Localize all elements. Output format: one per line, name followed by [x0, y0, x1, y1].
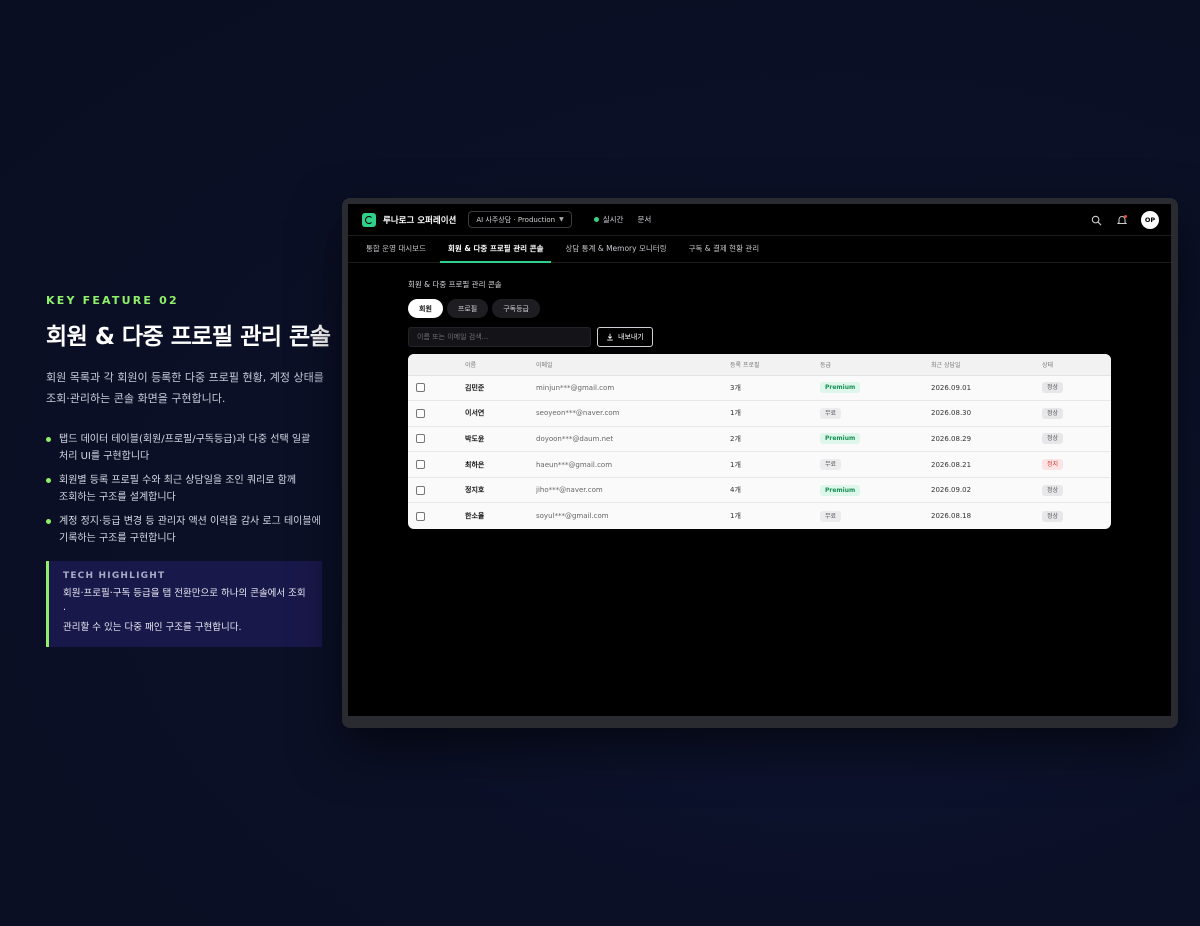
bullet-dot-icon	[46, 519, 51, 524]
column-header[interactable]: 이름	[465, 354, 536, 376]
row-checkbox[interactable]	[416, 460, 425, 470]
last-consult-date: 2026.08.30	[931, 400, 1042, 427]
app-logo-icon	[362, 212, 376, 227]
table-header: 이름 이메일 등록 프로필 등급 최근 상담일 상태	[408, 354, 1111, 376]
tab-subscription[interactable]: 구독 & 결제 현황 관리	[681, 236, 768, 263]
section-title: 회원 & 다중 프로필 관리 콘솔	[408, 280, 502, 289]
pill-profiles[interactable]: 프로필	[446, 299, 489, 318]
bullet-dot-icon	[46, 437, 51, 442]
member-name: 한소율	[465, 512, 485, 521]
feature-bullet: 회원별 등록 프로필 수와 최근 상담일을 조인 쿼리로 함께 조회하는 구조를 …	[46, 472, 326, 506]
profile-count: 3개	[730, 375, 820, 402]
bullet-dot-icon	[46, 478, 51, 483]
member-name: 이서연	[465, 400, 536, 427]
feature-title: 회원 & 다중 프로필 관리 콘솔	[46, 324, 331, 350]
feature-bullet: 계정 정지·등급 변경 등 관리자 액션 이력을 감사 로그 테이블에 기록하는 …	[46, 513, 326, 547]
feature-intro: KEY FEATURE 02 회원 & 다중 프로필 관리 콘솔 회원 목록과 …	[46, 294, 331, 647]
status-badge: 정지	[1042, 459, 1064, 471]
table-row[interactable]: 정지호 jiho***@naver.com 4개 Premium 2026.09…	[408, 477, 1111, 504]
status-badge: 정상	[1042, 407, 1064, 419]
tab-consult-stats[interactable]: 상담 통계 & Memory 모니터링	[557, 236, 674, 263]
table-row[interactable]: 박도윤 doyoon***@daum.net 2개 Premium 2026.0…	[408, 426, 1111, 453]
grade-badge: Premium	[820, 433, 861, 445]
status-badge: 정상	[1042, 382, 1064, 394]
feature-eyebrow: KEY FEATURE 02	[46, 294, 179, 307]
tech-highlight: TECH HIGHLIGHT 회원·프로필·구독 등급을 탭 전환만으로 하나의…	[46, 561, 322, 647]
member-email: seoyeon***@naver.com	[536, 400, 730, 427]
realtime-link[interactable]: 실시간	[593, 214, 623, 225]
last-consult-date: 2026.08.18	[931, 512, 972, 521]
search-icon[interactable]	[1089, 213, 1103, 227]
column-header[interactable]: 등급	[820, 354, 931, 376]
feature-bullets: 탭드 데이터 테이블(회원/프로필/구독등급)과 다중 선택 일괄 처리 UI를 …	[46, 431, 326, 547]
console-content: 회원 & 다중 프로필 관리 콘솔 회원 프로필 구독등급 내보내기	[408, 279, 1111, 529]
member-name: 김민준	[465, 375, 536, 402]
tech-highlight-body: 회원·프로필·구독 등급을 탭 전환만으로 하나의 콘솔에서 조회· 관리할 수…	[63, 588, 306, 633]
profile-count: 1개	[730, 451, 820, 478]
feature-description: 회원 목록과 각 회원이 등록한 다중 프로필 현황, 계정 상태를 조회·관리…	[46, 371, 324, 405]
profile-count: 2개	[730, 426, 820, 453]
table-row[interactable]: 최하은 haeun***@gmail.com 1개 무료 2026.08.21 …	[408, 451, 1111, 478]
table-row[interactable]: 한소율 soyul***@gmail.com 1개 무료 2026.08.18 …	[408, 503, 1111, 529]
avatar[interactable]: OP	[1141, 211, 1159, 229]
last-consult-date: 2026.08.29	[931, 426, 1042, 453]
pill-grades[interactable]: 구독등급	[492, 299, 540, 318]
app-nav-tabs: 통합 운영 대시보드 회원 & 다중 프로필 관리 콘솔 상담 통계 & Mem…	[348, 236, 1171, 263]
member-email: jiho***@naver.com	[536, 477, 730, 504]
row-checkbox[interactable]	[416, 383, 425, 393]
row-checkbox[interactable]	[416, 511, 425, 521]
last-consult-date: 2026.09.01	[931, 375, 1042, 402]
status-badge: 정상	[1042, 484, 1064, 496]
pill-members[interactable]: 회원	[408, 299, 443, 318]
tech-highlight-title: TECH HIGHLIGHT	[63, 571, 166, 581]
member-table: 이름 이메일 등록 프로필 등급 최근 상담일 상태 김민준 minjun***…	[408, 354, 1111, 529]
feature-bullet: 탭드 데이터 테이블(회원/프로필/구독등급)과 다중 선택 일괄 처리 UI를 …	[46, 431, 326, 465]
column-header[interactable]: 최근 상담일	[931, 354, 1042, 376]
column-header[interactable]: 등록 프로필	[730, 354, 820, 376]
table-toolbar: 내보내기	[408, 327, 1111, 347]
status-badge: 정상	[1042, 510, 1064, 522]
grade-badge: Premium	[820, 484, 861, 496]
grade-badge: 무료	[820, 459, 842, 471]
row-checkbox[interactable]	[416, 408, 425, 418]
bell-icon[interactable]	[1115, 213, 1129, 227]
member-email: minjun***@gmail.com	[536, 375, 730, 402]
segment-tabs: 회원 프로필 구독등급	[408, 299, 1111, 318]
profile-count: 4개	[730, 477, 820, 504]
table-row[interactable]: 이서연 seoyeon***@naver.com 1개 무료 2026.08.3…	[408, 400, 1111, 427]
profile-count: 1개	[730, 512, 741, 521]
column-header[interactable]: 이메일	[536, 354, 730, 376]
row-checkbox[interactable]	[416, 485, 425, 495]
last-consult-date: 2026.08.21	[931, 451, 1042, 478]
search-input[interactable]	[408, 327, 591, 347]
device-frame: 루나로그 오퍼레이션 AI 사주상담 · Production ▼ 실시간 문서 …	[342, 198, 1178, 728]
column-header[interactable]: 상태	[1042, 354, 1111, 376]
status-badge: 정상	[1042, 433, 1064, 445]
table-row[interactable]: 김민준 minjun***@gmail.com 3개 Premium 2026.…	[408, 375, 1111, 402]
app-topbar: 루나로그 오퍼레이션 AI 사주상담 · Production ▼ 실시간 문서 …	[348, 204, 1171, 236]
app-screen: 루나로그 오퍼레이션 AI 사주상담 · Production ▼ 실시간 문서 …	[348, 204, 1171, 716]
grade-badge: Premium	[820, 382, 861, 394]
member-name: 정지호	[465, 477, 536, 504]
environment-select[interactable]: AI 사주상담 · Production ▼	[468, 211, 572, 228]
grade-badge: 무료	[820, 407, 842, 419]
member-name: 최하은	[465, 451, 536, 478]
member-email: haeun***@gmail.com	[536, 451, 730, 478]
row-checkbox[interactable]	[416, 434, 425, 444]
member-name: 박도윤	[465, 426, 536, 453]
app-brand: 루나로그 오퍼레이션	[383, 215, 457, 226]
last-consult-date: 2026.09.02	[931, 477, 1042, 504]
download-icon	[607, 333, 613, 341]
tab-dashboard[interactable]: 통합 운영 대시보드	[358, 236, 434, 263]
export-button[interactable]: 내보내기	[597, 327, 653, 347]
docs-link[interactable]: 문서	[637, 214, 651, 225]
live-status-dot-icon	[593, 217, 599, 222]
chevron-down-icon: ▼	[559, 216, 564, 223]
grade-badge: 무료	[820, 510, 842, 522]
tab-member-console[interactable]: 회원 & 다중 프로필 관리 콘솔	[439, 236, 552, 263]
member-email: soyul***@gmail.com	[536, 512, 609, 521]
member-email: doyoon***@daum.net	[536, 426, 730, 453]
profile-count: 1개	[730, 400, 820, 427]
